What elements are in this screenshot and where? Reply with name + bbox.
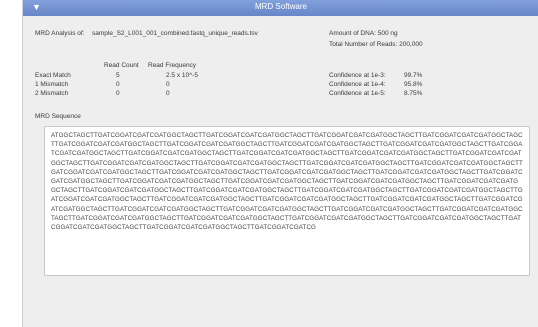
- title-bar[interactable]: ▼ MRD Software: [23, 0, 538, 16]
- sequence-text: ATGGCTAGCTTGATCGGATCGATCGATGGCTAGCTTGATC…: [51, 132, 523, 232]
- confidence-label-1e4: Confidence at 1e-4:: [329, 81, 386, 88]
- row-freq-2-mismatch: 0: [166, 90, 170, 97]
- header-read-frequency: Read Frequency: [148, 62, 197, 69]
- sequence-text-area[interactable]: ATGGCTAGCTTGATCGGATCGATCGATGGCTAGCTTGATC…: [44, 126, 530, 276]
- confidence-value-1e3: 99.7%: [404, 72, 423, 79]
- row-count-2-mismatch: 0: [116, 90, 120, 97]
- header-read-count: Read Count: [104, 62, 139, 69]
- confidence-value-1e4: 95.8%: [404, 81, 423, 88]
- row-label-1-mismatch: 1 Mismatch: [35, 81, 69, 88]
- row-label-2-mismatch: 2 Mismatch: [35, 90, 69, 97]
- analysis-filename: sample_S2_L001_001_combined.fastq_unique…: [92, 30, 258, 37]
- row-count-exact-match: 5: [116, 72, 120, 79]
- dna-amount: Amount of DNA: 500 ng: [329, 30, 398, 37]
- analysis-label: MRD Analysis of:: [35, 30, 85, 37]
- confidence-value-1e5: 8.75%: [404, 90, 423, 97]
- row-label-exact-match: Exact Match: [35, 72, 71, 79]
- sequence-label: MRD Sequence: [35, 113, 81, 120]
- confidence-label-1e3: Confidence at 1e-3:: [329, 72, 386, 79]
- window-title: MRD Software: [254, 2, 307, 11]
- app-window: ▼ MRD Software MRD Analysis of: sample_S…: [22, 0, 538, 327]
- row-freq-1-mismatch: 0: [166, 81, 170, 88]
- confidence-label-1e5: Confidence at 1e-5:: [329, 90, 386, 97]
- total-reads: Total Number of Reads: 200,000: [329, 41, 423, 48]
- row-freq-exact-match: 2.5 x 10^-5: [166, 72, 198, 79]
- row-count-1-mismatch: 0: [116, 81, 120, 88]
